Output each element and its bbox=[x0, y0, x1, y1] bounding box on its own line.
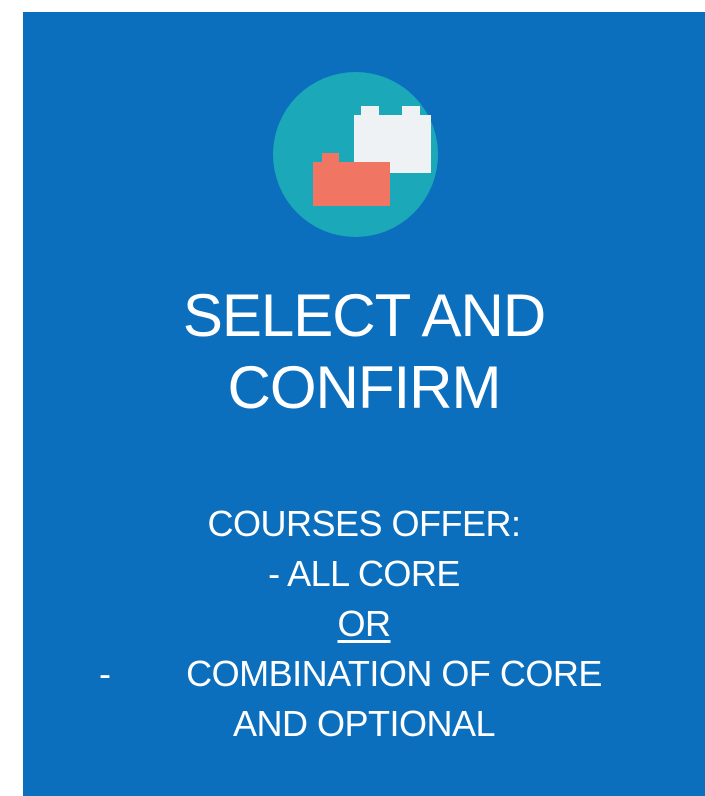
body-line-all-core: - ALL CORE bbox=[268, 553, 460, 594]
title-line-2: CONFIRM bbox=[227, 354, 502, 421]
building-blocks-icon bbox=[273, 72, 438, 237]
body-line-or: OR bbox=[337, 603, 392, 644]
combination-text: COMBINATION OF CORE bbox=[186, 653, 602, 694]
body-line-and-optional: AND OPTIONAL bbox=[232, 703, 496, 744]
bullet-dash: - bbox=[99, 653, 111, 694]
title-line-1: SELECT AND bbox=[182, 282, 546, 349]
body-line-courses-offer: COURSES OFFER: bbox=[207, 503, 521, 544]
body-line-combination: - COMBINATION OF CORE bbox=[23, 649, 705, 699]
slide-body: COURSES OFFER: - ALL CORE OR - COMBINATI… bbox=[23, 499, 705, 749]
slide-title: SELECT AND CONFIRM bbox=[23, 280, 705, 424]
slide-card: SELECT AND CONFIRM COURSES OFFER: - ALL … bbox=[23, 12, 705, 796]
